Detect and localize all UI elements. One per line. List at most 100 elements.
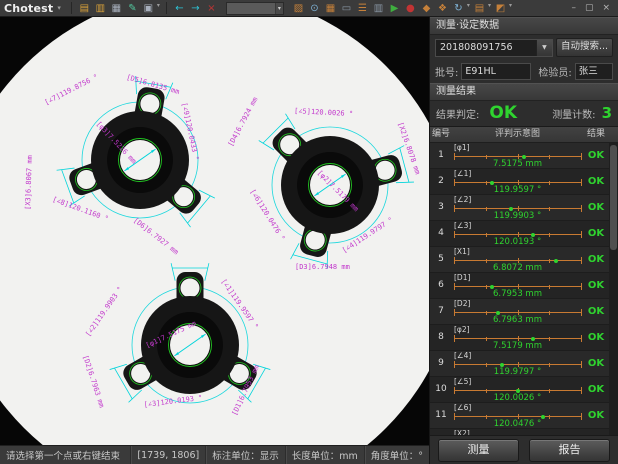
combobox-caret-icon[interactable]: ▾ xyxy=(275,3,283,14)
auto-search-button[interactable]: 自动搜索... xyxy=(556,38,613,57)
titlebar: Chotest ▾ ▤▥▦✎▣▾ ←→× ▾ ▨⊙▦▭☰▥▶●◆❖↻▾▤▾◩▾ … xyxy=(0,0,618,17)
layers-icon-caret[interactable]: ▾ xyxy=(488,2,491,15)
tolerance-diagram: [D2]6.7963 mm xyxy=(452,299,583,324)
batch-field[interactable]: E91HL xyxy=(461,63,531,80)
thumb-icon[interactable]: ◆ xyxy=(420,2,433,15)
minimize-button[interactable]: – xyxy=(571,3,576,13)
record-icon[interactable]: ● xyxy=(404,2,417,15)
tolerance-diagram: [φ2]7.5179 mm xyxy=(452,325,583,350)
table-row[interactable]: 12[X2]OK xyxy=(430,429,609,435)
report-button[interactable]: 报告 xyxy=(529,439,610,462)
monitor-icon[interactable]: ▭ xyxy=(340,2,353,15)
film-icon[interactable]: ▥ xyxy=(372,2,385,15)
table-row[interactable]: 10[∠5]120.0026 °OK xyxy=(430,377,609,403)
open-folder-icon[interactable]: ▥ xyxy=(94,2,107,15)
result-badge: OK xyxy=(583,143,609,168)
table-row[interactable]: 2[∠1]119.9597 °OK xyxy=(430,169,609,195)
result-badge: OK xyxy=(583,429,609,435)
status-bar: 请选择第一个点或右键结束 [1739, 1806] 标注单位：显示 长度单位：m… xyxy=(0,445,429,464)
feature-label: [∠5] xyxy=(454,377,471,386)
layers-icon[interactable]: ▤ xyxy=(473,2,486,15)
measured-value: 7.5175 mm xyxy=(452,159,583,169)
tolerance-diagram: [∠1]119.9597 ° xyxy=(452,169,583,194)
edit-image-icon[interactable]: ✎ xyxy=(126,2,139,15)
zoom-combobox[interactable]: ▾ xyxy=(226,2,284,15)
results-table-body[interactable]: 1[φ1]7.5175 mmOK2[∠1]119.9597 °OK3[∠2]11… xyxy=(430,143,609,435)
pointer-icon[interactable]: ◩ xyxy=(494,2,507,15)
feature-label: [∠4] xyxy=(454,351,471,360)
rotate-icon[interactable]: ↻ xyxy=(452,2,465,15)
close-button[interactable]: × xyxy=(602,3,610,13)
angle-unit[interactable]: 角度单位：° xyxy=(364,446,429,464)
result-badge: OK xyxy=(583,403,609,428)
table-row[interactable]: 8[φ2]7.5179 mmOK xyxy=(430,325,609,351)
pointer-icon-caret[interactable]: ▾ xyxy=(509,2,512,15)
delete-icon[interactable]: × xyxy=(205,2,218,15)
tolerance-diagram: [∠6]120.0476 ° xyxy=(452,403,583,428)
annotation-unit[interactable]: 标注单位：显示 xyxy=(205,446,285,464)
app-menu[interactable]: Chotest xyxy=(4,2,53,15)
back-arrow-icon[interactable]: ← xyxy=(173,2,186,15)
toolbar-separator xyxy=(166,2,167,14)
table-row[interactable]: 6[D1]6.7953 mmOK xyxy=(430,273,609,299)
measurement-canvas[interactable]: [D5]6.8135 mm[∠7]119.8756 °[∠9]120.0433 … xyxy=(0,17,429,445)
result-badge: OK xyxy=(583,221,609,246)
table-row[interactable]: 4[∠3]120.0193 °OK xyxy=(430,221,609,247)
tolerance-diagram: [∠2]119.9903 ° xyxy=(452,195,583,220)
scrollbar-thumb[interactable] xyxy=(610,145,617,250)
table-row[interactable]: 3[∠2]119.9903 °OK xyxy=(430,195,609,221)
forward-arrow-icon[interactable]: → xyxy=(189,2,202,15)
results-table: 编号 评判示意图 结果 1[φ1]7.5175 mmOK2[∠1]119.959… xyxy=(430,126,618,435)
table-row[interactable]: 7[D2]6.7963 mmOK xyxy=(430,299,609,325)
table-row[interactable]: 5[X1]6.8072 mmOK xyxy=(430,247,609,273)
cursor-coordinates: [1739, 1806] xyxy=(130,446,205,464)
section-header-results: 测量结果 xyxy=(430,83,618,101)
rotate-icon-caret[interactable]: ▾ xyxy=(467,2,470,15)
export-icon[interactable]: ▣ xyxy=(142,2,155,15)
new-doc-icon[interactable]: ▤ xyxy=(78,2,91,15)
maximize-button[interactable]: ▢ xyxy=(585,3,594,13)
export-icon-caret[interactable]: ▾ xyxy=(157,2,160,15)
feature-label: [X2] xyxy=(454,429,470,435)
table-row[interactable]: 11[∠6]120.0476 °OK xyxy=(430,403,609,429)
list-icon[interactable]: ☰ xyxy=(356,2,369,15)
app-menu-caret-icon[interactable]: ▾ xyxy=(57,4,61,12)
gesture-icon[interactable]: ❖ xyxy=(436,2,449,15)
results-table-header: 编号 评判示意图 结果 xyxy=(430,127,618,143)
magnifier-icon[interactable]: ⊙ xyxy=(308,2,321,15)
toolbar-tools-group: ▨⊙▦▭☰▥▶●◆❖↻▾▤▾◩▾ xyxy=(292,2,512,15)
play-icon[interactable]: ▶ xyxy=(388,2,401,15)
feature-label: [D2] xyxy=(454,299,470,308)
tolerance-diagram: [D1]6.7953 mm xyxy=(452,273,583,298)
table-scrollbar[interactable] xyxy=(609,142,618,435)
feature-label: [φ1] xyxy=(454,143,470,152)
length-unit[interactable]: 长度单位：mm xyxy=(285,446,364,464)
result-badge: OK xyxy=(583,377,609,402)
table-row[interactable]: 1[φ1]7.5175 mmOK xyxy=(430,143,609,169)
inspector-field[interactable]: 张三 xyxy=(575,63,613,80)
column-header-no: 编号 xyxy=(430,127,452,142)
measured-value: 120.0476 ° xyxy=(452,419,583,429)
result-badge: OK xyxy=(583,195,609,220)
measure-button[interactable]: 测量 xyxy=(438,439,519,462)
measure-count-value: 3 xyxy=(602,104,612,122)
camera-view[interactable]: [D5]6.8135 mm[∠7]119.8756 °[∠9]120.0433 … xyxy=(0,17,429,445)
measure-count-label: 测量计数: xyxy=(552,106,595,121)
measured-value: 7.5179 mm xyxy=(452,341,583,351)
image-icon[interactable]: ▨ xyxy=(292,2,305,15)
feature-label: [∠3] xyxy=(454,221,471,230)
chevron-down-icon[interactable]: ▼ xyxy=(536,40,552,56)
result-badge: OK xyxy=(583,299,609,324)
row-number: 10 xyxy=(430,377,452,402)
result-badge: OK xyxy=(583,273,609,298)
grid-icon[interactable]: ▦ xyxy=(324,2,337,15)
toolbar-nav-group: ←→× xyxy=(173,2,218,15)
measured-value: 119.9903 ° xyxy=(452,211,583,221)
table-row[interactable]: 9[∠4]119.9797 °OK xyxy=(430,351,609,377)
window-controls: –▢ × xyxy=(571,3,614,13)
row-number: 5 xyxy=(430,247,452,272)
result-badge: OK xyxy=(583,351,609,376)
tolerance-diagram: [φ1] 7.5175 mm xyxy=(452,143,583,168)
dataset-dropdown[interactable]: 201808091756 ▼ xyxy=(435,39,553,57)
save-icon[interactable]: ▦ xyxy=(110,2,123,15)
